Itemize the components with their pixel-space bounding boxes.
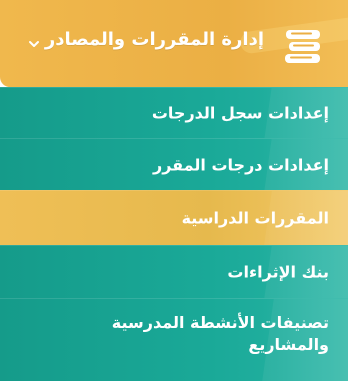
menu-item-activity-classifications[interactable]: تصنيفات الأنشطة المدرسية والمشاريع [0,298,348,381]
menu-header[interactable]: إدارة المقررات والمصادر [0,0,348,87]
menu-item-enrichment-bank[interactable]: بنك الإثراءات [0,245,348,298]
course-resource-menu: إدارة المقررات والمصادر إعدادات سجل الدر… [0,0,348,381]
menu-item-study-courses[interactable]: المقررات الدراسية [0,190,348,245]
menu-item-gradebook-settings[interactable]: إعدادات سجل الدرجات [0,87,348,138]
menu-item-label: تصنيفات الأنشطة المدرسية والمشاريع [111,313,329,354]
menu-item-label: إعدادات سجل الدرجات [151,103,329,123]
menu-item-label: بنك الإثراءات [227,262,329,282]
books-icon [285,30,320,63]
menu-title: إدارة المقررات والمصادر [44,29,264,50]
chevron-down-icon[interactable] [28,38,40,50]
menu-item-course-grades-settings[interactable]: إعدادات درجات المقرر [0,138,348,190]
menu-item-label: المقررات الدراسية [181,208,329,228]
menu-item-label: إعدادات درجات المقرر [153,154,329,174]
